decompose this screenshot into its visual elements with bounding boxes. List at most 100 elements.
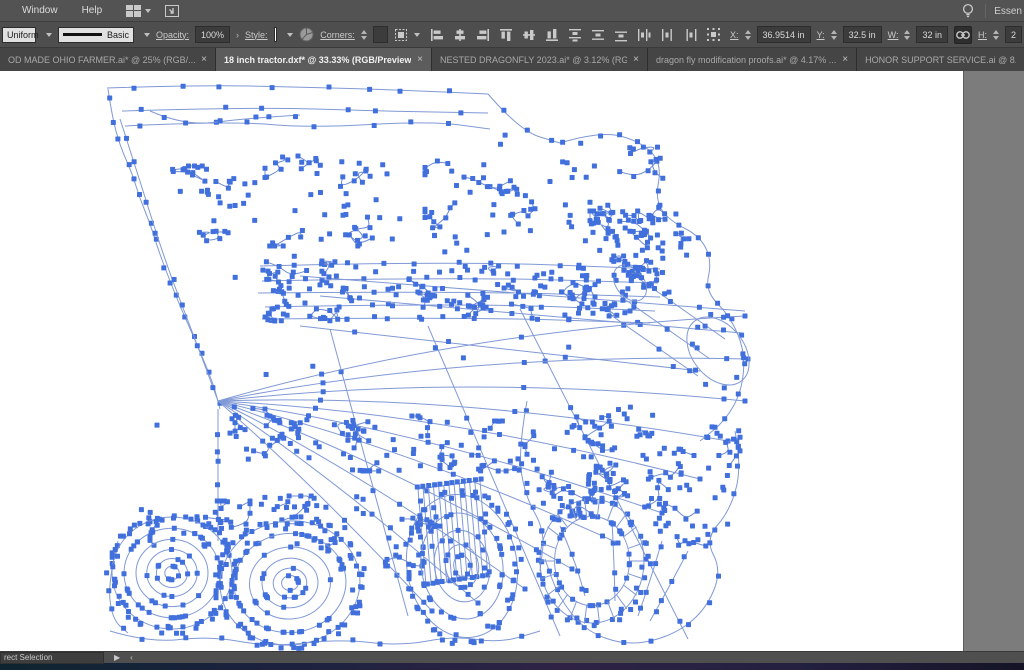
anchor-point[interactable] (588, 209, 593, 214)
anchor-point[interactable] (314, 638, 319, 643)
anchor-point[interactable] (421, 610, 426, 615)
vector-path[interactable] (521, 401, 543, 571)
anchor-point[interactable] (313, 406, 318, 411)
anchor-point[interactable] (370, 302, 375, 307)
anchor-point[interactable] (571, 296, 576, 301)
anchor-point[interactable] (238, 558, 243, 563)
anchor-point[interactable] (357, 161, 362, 166)
anchor-point[interactable] (604, 306, 609, 311)
anchor-point[interactable] (233, 559, 238, 564)
anchor-point[interactable] (467, 478, 472, 483)
anchor-point[interactable] (473, 477, 478, 482)
anchor-point[interactable] (393, 553, 398, 558)
anchor-point[interactable] (318, 190, 323, 195)
opacity-expand-icon[interactable]: › (236, 30, 239, 40)
anchor-point[interactable] (446, 121, 451, 126)
anchor-point[interactable] (558, 496, 563, 501)
anchor-point[interactable] (246, 631, 251, 636)
close-icon[interactable]: × (417, 54, 423, 65)
anchor-point[interactable] (133, 617, 138, 622)
anchor-point[interactable] (706, 283, 711, 288)
anchor-point[interactable] (600, 534, 605, 539)
anchor-point[interactable] (138, 621, 143, 626)
anchor-point[interactable] (291, 270, 296, 275)
anchor-point[interactable] (524, 490, 529, 495)
anchor-point[interactable] (233, 429, 238, 434)
vector-path[interactable] (150, 111, 300, 123)
anchor-point[interactable] (482, 297, 487, 302)
anchor-point[interactable] (625, 493, 630, 498)
anchor-point[interactable] (519, 461, 524, 466)
tab-dragonfly-proofs[interactable]: dragon fly modification proofs.ai* @ 4.1… (648, 48, 857, 71)
anchor-point[interactable] (214, 229, 219, 234)
anchor-point[interactable] (513, 527, 518, 532)
tab-god-made-ohio-farmer[interactable]: OD MADE OHIO FARMER.ai* @ 25% (RGB/... × (0, 48, 216, 71)
anchor-point[interactable] (303, 586, 308, 591)
anchor-point[interactable] (610, 447, 615, 452)
anchor-point[interactable] (738, 435, 743, 440)
anchor-point[interactable] (304, 268, 309, 273)
close-icon[interactable]: × (842, 54, 848, 65)
anchor-point[interactable] (560, 159, 565, 164)
anchor-point[interactable] (470, 176, 475, 181)
anchor-point[interactable] (479, 269, 484, 274)
anchor-point[interactable] (289, 420, 294, 425)
anchor-point[interactable] (736, 392, 741, 397)
anchor-point[interactable] (595, 217, 600, 222)
anchor-point[interactable] (697, 305, 702, 310)
anchor-point[interactable] (468, 563, 473, 568)
anchor-point[interactable] (715, 431, 720, 436)
anchor-point[interactable] (497, 184, 502, 189)
anchor-point[interactable] (466, 592, 471, 597)
anchor-point[interactable] (412, 262, 417, 267)
w-field[interactable]: 32 in (916, 26, 948, 43)
anchor-point[interactable] (390, 237, 395, 242)
anchor-point[interactable] (117, 594, 122, 599)
anchor-point[interactable] (520, 304, 525, 309)
anchor-point[interactable] (324, 280, 329, 285)
vector-path[interactable] (665, 505, 698, 517)
anchor-point[interactable] (537, 573, 542, 578)
anchor-point[interactable] (516, 545, 521, 550)
anchor-point[interactable] (575, 569, 580, 574)
anchor-point[interactable] (422, 583, 427, 588)
anchor-point[interactable] (639, 565, 644, 570)
anchor-point[interactable] (372, 314, 377, 319)
anchor-point[interactable] (121, 600, 126, 605)
anchor-point[interactable] (480, 573, 485, 578)
anchor-point[interactable] (570, 597, 575, 602)
anchor-point[interactable] (181, 603, 186, 608)
anchor-point[interactable] (618, 611, 623, 616)
anchor-point[interactable] (397, 502, 402, 507)
anchor-point[interactable] (144, 200, 149, 205)
anchor-point[interactable] (578, 141, 583, 146)
anchor-point[interactable] (293, 531, 298, 536)
anchor-point[interactable] (593, 470, 598, 475)
anchor-point[interactable] (448, 615, 453, 620)
anchor-point[interactable] (226, 186, 231, 191)
anchor-point[interactable] (192, 164, 197, 169)
anchor-point[interactable] (660, 241, 665, 246)
anchor-point[interactable] (246, 193, 251, 198)
anchor-point[interactable] (362, 284, 367, 289)
anchor-point[interactable] (462, 585, 467, 590)
anchor-point[interactable] (636, 427, 641, 432)
anchor-point[interactable] (690, 342, 695, 347)
anchor-point[interactable] (398, 89, 403, 94)
vector-path[interactable] (608, 503, 614, 520)
anchor-point[interactable] (317, 623, 322, 628)
anchor-point[interactable] (526, 213, 531, 218)
anchor-point[interactable] (617, 132, 622, 137)
anchor-point[interactable] (216, 581, 221, 586)
anchor-point[interactable] (229, 525, 234, 530)
anchor-point[interactable] (304, 508, 309, 513)
anchor-point[interactable] (287, 279, 292, 284)
anchor-point[interactable] (318, 539, 323, 544)
anchor-point[interactable] (445, 161, 450, 166)
anchor-point[interactable] (633, 265, 638, 270)
anchor-point[interactable] (703, 382, 708, 387)
anchor-point[interactable] (299, 532, 304, 537)
anchor-point[interactable] (233, 571, 238, 576)
anchor-point[interactable] (616, 541, 621, 546)
anchor-point[interactable] (236, 415, 241, 420)
